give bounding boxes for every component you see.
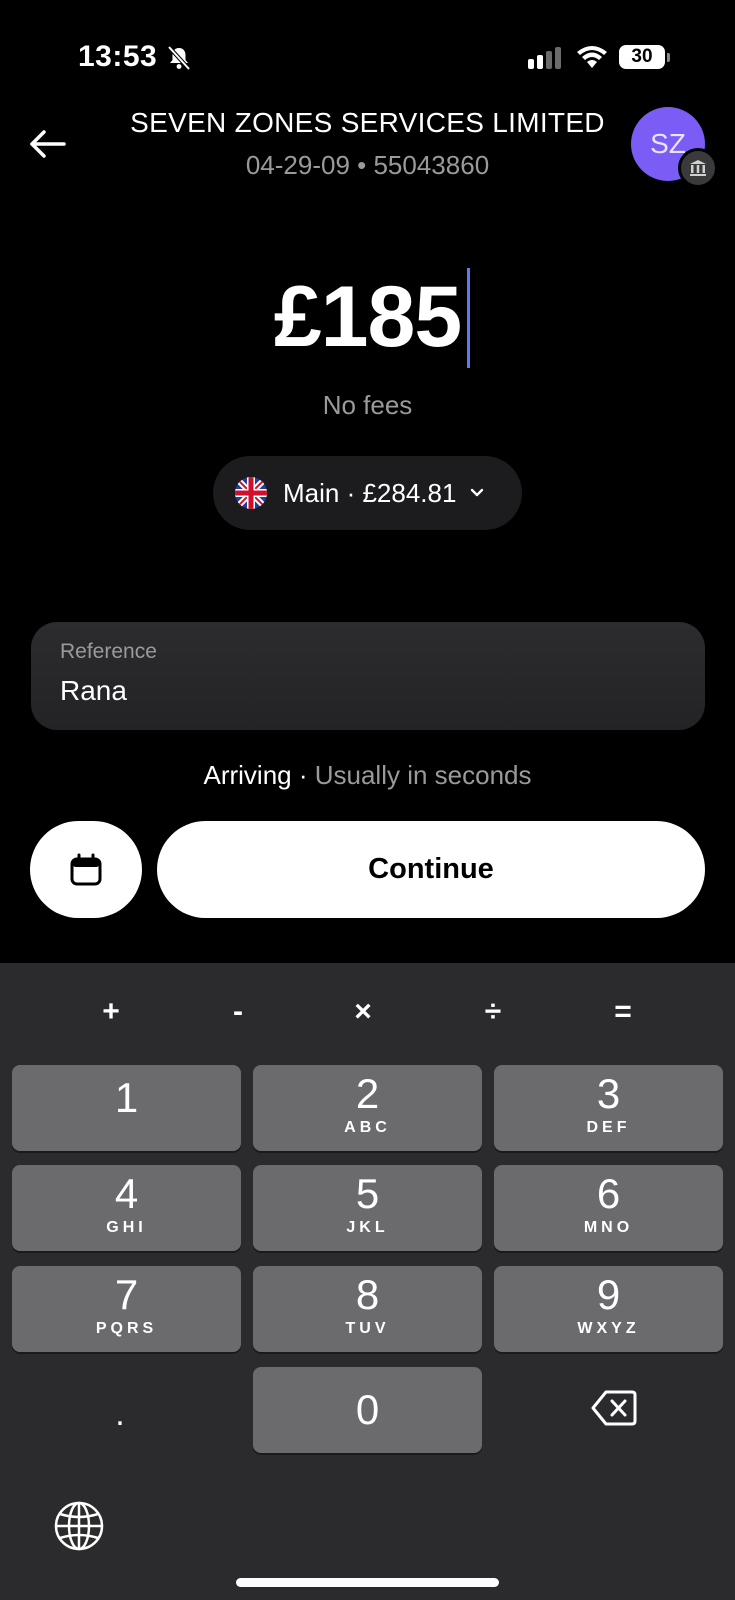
key-letters: ABC: [344, 1119, 391, 1136]
payee-account-details: 04-29-09 • 55043860: [245, 150, 490, 180]
amount-display[interactable]: £185: [0, 268, 735, 367]
account-label: Main · £284.81: [283, 477, 457, 508]
arrival-info: Arriving · Usually in seconds: [0, 760, 735, 791]
key-letters: TUV: [345, 1320, 390, 1337]
globe-icon[interactable]: [53, 1500, 105, 1552]
key-8[interactable]: 8 TUV: [253, 1266, 482, 1352]
key-2[interactable]: 2 ABC: [253, 1065, 482, 1151]
key-letters: GHI: [106, 1219, 147, 1236]
battery-icon: 30: [619, 45, 671, 71]
chevron-down-icon: [471, 488, 484, 497]
decimal-key[interactable]: .: [110, 1395, 130, 1434]
key-digit: 6: [596, 1170, 621, 1217]
key-digit: 7: [114, 1271, 139, 1318]
battery-level: 30: [631, 46, 653, 67]
bell-muted-icon: [167, 45, 191, 71]
minus-key[interactable]: -: [208, 995, 268, 1029]
key-digit: 8: [355, 1271, 380, 1318]
reference-input[interactable]: Rana: [60, 675, 127, 707]
key-1[interactable]: 1: [12, 1065, 241, 1151]
key-letters: JKL: [346, 1219, 389, 1236]
key-digit: 9: [596, 1271, 621, 1318]
back-arrow-icon[interactable]: [26, 122, 70, 166]
key-6[interactable]: 6 MNO: [494, 1165, 723, 1251]
key-digit: 0: [355, 1386, 380, 1433]
key-letters: WXYZ: [577, 1320, 640, 1337]
home-indicator: [236, 1578, 499, 1587]
arrival-prefix: Arriving ·: [203, 760, 315, 790]
divide-key[interactable]: ÷: [463, 995, 523, 1029]
key-letters: DEF: [586, 1119, 631, 1136]
avatar-initials: SZ: [650, 128, 686, 159]
reference-label: Reference: [60, 640, 157, 663]
bank-icon: [678, 148, 718, 188]
key-4[interactable]: 4 GHI: [12, 1165, 241, 1251]
payee-name: SEVEN ZONES SERVICES LIMITED: [130, 107, 605, 138]
wifi-icon: [577, 46, 607, 68]
key-3[interactable]: 3 DEF: [494, 1065, 723, 1151]
plus-key[interactable]: +: [81, 995, 141, 1029]
key-7[interactable]: 7 PQRS: [12, 1266, 241, 1352]
key-digit: 1: [114, 1074, 139, 1121]
reference-field[interactable]: [31, 622, 705, 730]
multiply-key[interactable]: ×: [333, 995, 393, 1029]
key-digit: 4: [114, 1170, 139, 1217]
text-cursor: [467, 268, 470, 368]
key-0[interactable]: 0: [253, 1367, 482, 1453]
continue-button[interactable]: Continue: [157, 821, 705, 918]
account-selector[interactable]: Main · £284.81: [213, 456, 522, 530]
cellular-signal-icon: [528, 47, 561, 69]
key-digit: 5: [355, 1170, 380, 1217]
schedule-button[interactable]: [30, 821, 142, 918]
key-digit: 2: [355, 1070, 380, 1117]
uk-flag-icon: [235, 477, 267, 509]
key-9[interactable]: 9 WXYZ: [494, 1266, 723, 1352]
key-digit: 3: [596, 1070, 621, 1117]
calendar-icon: [70, 853, 102, 885]
arrival-eta: Usually in seconds: [314, 760, 532, 790]
key-letters: MNO: [583, 1219, 634, 1236]
key-letters: PQRS: [95, 1320, 158, 1337]
fees-label: No fees: [322, 390, 413, 420]
equals-key[interactable]: =: [593, 995, 653, 1029]
key-5[interactable]: 5 JKL: [253, 1165, 482, 1251]
status-time: 13:53: [78, 40, 158, 73]
backspace-icon[interactable]: [590, 1388, 638, 1428]
